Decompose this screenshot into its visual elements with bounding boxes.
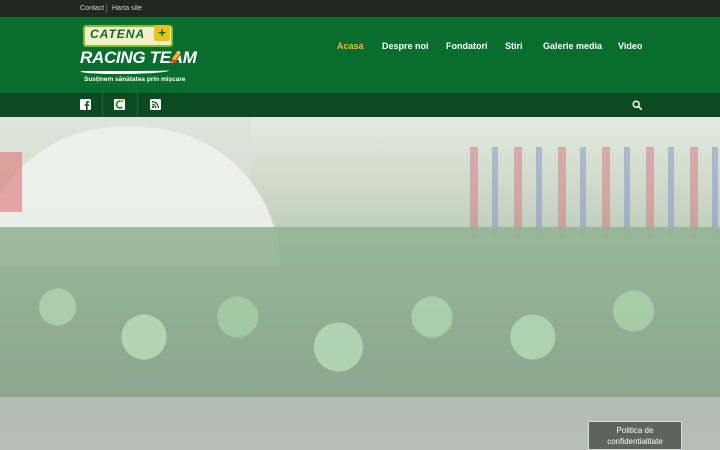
topbar-divider bbox=[106, 4, 107, 13]
site-header: CATENA + RACING TEAM Susținem sănătatea … bbox=[0, 17, 720, 93]
nav-despre-noi[interactable]: Despre noi bbox=[382, 40, 429, 52]
facebook-icon[interactable] bbox=[80, 99, 91, 110]
nav-stiri[interactable]: Stiri bbox=[505, 40, 523, 52]
nav-fondatori[interactable]: Fondatori bbox=[446, 40, 488, 52]
social-bar bbox=[0, 93, 720, 117]
social-divider bbox=[137, 93, 138, 117]
top-utility-bar: Contact Harta site bbox=[0, 0, 720, 17]
social-divider bbox=[102, 93, 103, 117]
nav-galerie-media[interactable]: Galerie media bbox=[543, 40, 602, 52]
logo-flag-icon bbox=[170, 52, 181, 63]
logo-badge-text: CATENA bbox=[90, 27, 146, 41]
hero-photo bbox=[0, 117, 720, 450]
hero-overlay bbox=[0, 117, 720, 450]
pharmacy-cross-icon: + bbox=[154, 25, 170, 41]
catena-icon[interactable] bbox=[114, 99, 125, 110]
rss-icon[interactable] bbox=[150, 99, 161, 110]
privacy-policy-button[interactable]: Politica de confidentialitate bbox=[588, 421, 682, 450]
nav-video[interactable]: Video bbox=[618, 40, 642, 52]
sitemap-link[interactable]: Harta site bbox=[112, 4, 142, 13]
search-icon[interactable] bbox=[632, 100, 642, 110]
logo-swoosh bbox=[81, 68, 169, 74]
logo-tagline: Susținem sănătatea prin mișcare bbox=[84, 76, 186, 83]
contact-link[interactable]: Contact bbox=[80, 4, 104, 13]
nav-acasa[interactable]: Acasa bbox=[337, 40, 364, 52]
site-logo[interactable]: CATENA + RACING TEAM Susținem sănătatea … bbox=[80, 24, 197, 86]
